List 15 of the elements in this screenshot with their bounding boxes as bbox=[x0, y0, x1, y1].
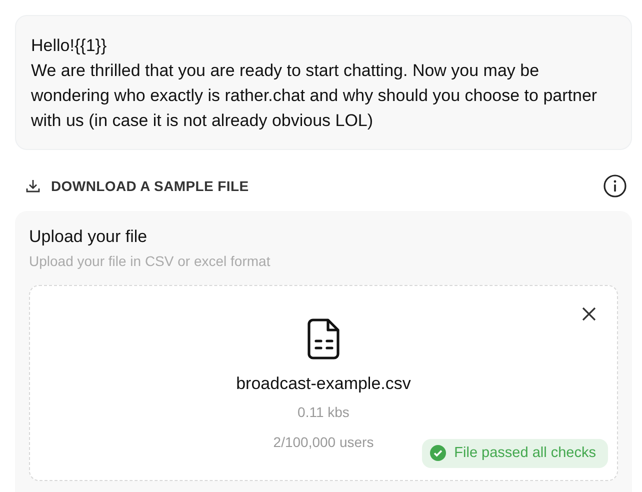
file-icon bbox=[306, 318, 342, 360]
check-circle-icon bbox=[430, 445, 446, 461]
upload-subtitle: Upload your file in CSV or excel format bbox=[29, 253, 272, 269]
close-icon[interactable] bbox=[581, 306, 597, 322]
user-count: 2/100,000 users bbox=[273, 434, 374, 450]
download-icon bbox=[25, 178, 41, 194]
file-name: broadcast-example.csv bbox=[236, 374, 411, 394]
message-text: We are thrilled that you are ready to start chatting. Now you may be wondering who exactly is rather.chat and why should you choose to partner with us (in case it is not already obvious LOL) bbox=[31, 60, 598, 132]
file-drop-area[interactable]: broadcast-example.csv 0.11 kbs 2/100,000 users File passed all checks bbox=[29, 285, 618, 481]
download-sample-button[interactable]: DOWNLOAD A SAMPLE FILE bbox=[25, 178, 249, 194]
upload-title: Upload your file bbox=[29, 227, 148, 247]
info-icon[interactable] bbox=[603, 174, 627, 198]
status-text: File passed all checks bbox=[454, 445, 596, 461]
message-text: Hello!{{1}} bbox=[31, 35, 108, 57]
file-size: 0.11 kbs bbox=[298, 404, 350, 420]
